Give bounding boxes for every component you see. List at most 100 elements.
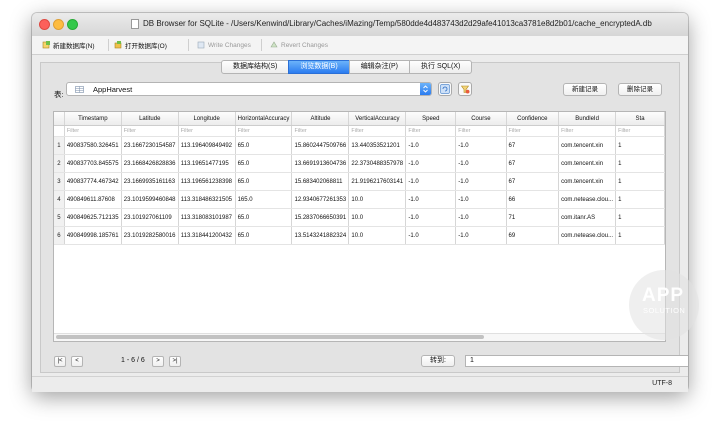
refresh-button[interactable] <box>438 82 452 96</box>
table-cell[interactable]: 15.2837066650391 <box>291 208 350 227</box>
table-cell[interactable]: com.tencent.xin <box>558 172 617 191</box>
table-cell[interactable]: 10.0 <box>348 208 407 227</box>
table-row[interactable]: 1 490837580.326451 23.1667230154587 113.… <box>54 136 665 155</box>
table-cell[interactable]: 23.101927061109 <box>121 208 179 227</box>
table-cell[interactable]: -1.0 <box>455 208 507 227</box>
table-select[interactable]: AppHarvest <box>66 82 432 96</box>
column-header[interactable]: BundleId <box>558 112 617 126</box>
horizontal-scrollbar[interactable] <box>54 333 665 341</box>
filter-input[interactable]: Filter <box>506 125 560 137</box>
delete-record-button[interactable]: 删除记录 <box>618 83 662 96</box>
table-cell[interactable]: 67 <box>506 154 560 173</box>
next-page-button[interactable]: > <box>152 356 164 367</box>
table-cell[interactable]: 113.196409849492 <box>178 136 236 155</box>
write-changes-button[interactable]: Write Changes <box>197 39 251 51</box>
table-row[interactable]: 6 490849998.185761 23.1019282580016 113.… <box>54 226 665 245</box>
column-header[interactable]: Altitude <box>291 112 350 126</box>
table-cell[interactable]: 15.8602447509766 <box>291 136 350 155</box>
filter-input[interactable]: Filter <box>615 125 665 137</box>
table-cell[interactable]: 65.0 <box>235 172 293 191</box>
table-cell[interactable]: -1.0 <box>455 154 507 173</box>
table-cell[interactable]: com.tencent.xin <box>558 154 617 173</box>
filter-input[interactable]: Filter <box>405 125 457 137</box>
table-cell[interactable]: 1 <box>615 136 665 155</box>
table-cell[interactable]: 71 <box>506 208 560 227</box>
tab-execute-sql[interactable]: 执行 SQL(X) <box>409 60 473 74</box>
table-cell[interactable]: 113.318441200432 <box>178 226 236 245</box>
filter-input[interactable]: Filter <box>64 125 122 137</box>
goto-button[interactable]: 转到: <box>421 355 455 367</box>
table-cell[interactable]: -1.0 <box>405 172 457 191</box>
table-cell[interactable]: 165.0 <box>235 190 293 209</box>
table-cell[interactable]: 113.318486321505 <box>178 190 236 209</box>
first-page-button[interactable]: |< <box>54 356 66 367</box>
maximize-window-button[interactable] <box>67 19 78 30</box>
table-cell[interactable]: 1 <box>615 154 665 173</box>
row-number[interactable]: 3 <box>54 172 65 191</box>
table-cell[interactable]: 490837703.845575 <box>64 154 122 173</box>
table-cell[interactable]: 13.5143241882324 <box>291 226 350 245</box>
table-cell[interactable]: -1.0 <box>405 190 457 209</box>
table-cell[interactable]: 113.318083101987 <box>178 208 236 227</box>
tab-edit-pragmas[interactable]: 编辑杂注(P) <box>348 60 411 74</box>
table-cell[interactable]: 65.0 <box>235 208 293 227</box>
table-cell[interactable]: -1.0 <box>455 226 507 245</box>
new-database-button[interactable]: 新建数据库(N) <box>42 39 95 51</box>
column-header[interactable]: Timestamp <box>64 112 122 126</box>
table-cell[interactable]: 23.1019599460848 <box>121 190 179 209</box>
table-cell[interactable]: 13.6691913604736 <box>291 154 350 173</box>
tab-database-structure[interactable]: 数据库结构(S) <box>221 60 290 74</box>
minimize-window-button[interactable] <box>53 19 64 30</box>
table-cell[interactable]: 67 <box>506 136 560 155</box>
table-cell[interactable]: 490837580.326451 <box>64 136 122 155</box>
table-cell[interactable]: -1.0 <box>405 208 457 227</box>
chevron-updown-icon[interactable] <box>420 83 431 95</box>
table-cell[interactable]: 490849625.712135 <box>64 208 122 227</box>
table-cell[interactable]: -1.0 <box>405 154 457 173</box>
table-cell[interactable]: 13.440353521201 <box>348 136 407 155</box>
filter-input[interactable]: Filter <box>235 125 293 137</box>
row-number[interactable]: 5 <box>54 208 65 227</box>
table-cell[interactable]: -1.0 <box>455 172 507 191</box>
column-header[interactable]: VerticalAccuracy <box>348 112 407 126</box>
table-row[interactable]: 2 490837703.845575 23.1668426828836 113.… <box>54 154 665 173</box>
new-record-button[interactable]: 新建记录 <box>563 83 607 96</box>
column-header[interactable]: Course <box>455 112 507 126</box>
table-cell[interactable]: 22.3730488357978 <box>348 154 407 173</box>
filter-input[interactable]: Filter <box>348 125 407 137</box>
table-cell[interactable]: 23.1667230154587 <box>121 136 179 155</box>
table-cell[interactable]: 66 <box>506 190 560 209</box>
table-cell[interactable]: 23.1668426828836 <box>121 154 179 173</box>
table-cell[interactable]: -1.0 <box>455 136 507 155</box>
table-cell[interactable]: com.itanr.AS <box>558 208 617 227</box>
filter-input[interactable]: Filter <box>558 125 617 137</box>
revert-changes-button[interactable]: Revert Changes <box>270 39 328 51</box>
table-cell[interactable]: -1.0 <box>405 226 457 245</box>
previous-page-button[interactable]: < <box>71 356 83 367</box>
table-row[interactable]: 3 490837774.467342 23.1669935161163 113.… <box>54 172 665 191</box>
clear-filters-button[interactable] <box>458 82 472 96</box>
table-cell[interactable]: 1 <box>615 190 665 209</box>
table-cell[interactable]: 490849998.185761 <box>64 226 122 245</box>
table-cell[interactable]: 23.1669935161163 <box>121 172 179 191</box>
table-cell[interactable]: 67 <box>506 172 560 191</box>
table-cell[interactable]: 12.9340677261353 <box>291 190 350 209</box>
open-database-button[interactable]: 打开数据库(O) <box>114 39 167 51</box>
scrollbar-thumb[interactable] <box>56 335 484 339</box>
table-cell[interactable]: -1.0 <box>405 136 457 155</box>
table-cell[interactable]: 10.0 <box>348 226 407 245</box>
table-cell[interactable]: 113.196561238398 <box>178 172 236 191</box>
table-cell[interactable]: 113.19651477195 <box>178 154 236 173</box>
row-number[interactable]: 1 <box>54 136 65 155</box>
close-window-button[interactable] <box>39 19 50 30</box>
table-cell[interactable]: 1 <box>615 172 665 191</box>
goto-input[interactable]: 1 <box>465 355 688 367</box>
table-cell[interactable]: 65.0 <box>235 154 293 173</box>
filter-input[interactable]: Filter <box>121 125 179 137</box>
table-cell[interactable]: 15.683402068811 <box>291 172 350 191</box>
column-header[interactable]: Longitude <box>178 112 236 126</box>
row-number[interactable]: 2 <box>54 154 65 173</box>
table-cell[interactable]: 10.0 <box>348 190 407 209</box>
column-header[interactable]: Sta <box>615 112 665 126</box>
table-cell[interactable]: 490837774.467342 <box>64 172 122 191</box>
